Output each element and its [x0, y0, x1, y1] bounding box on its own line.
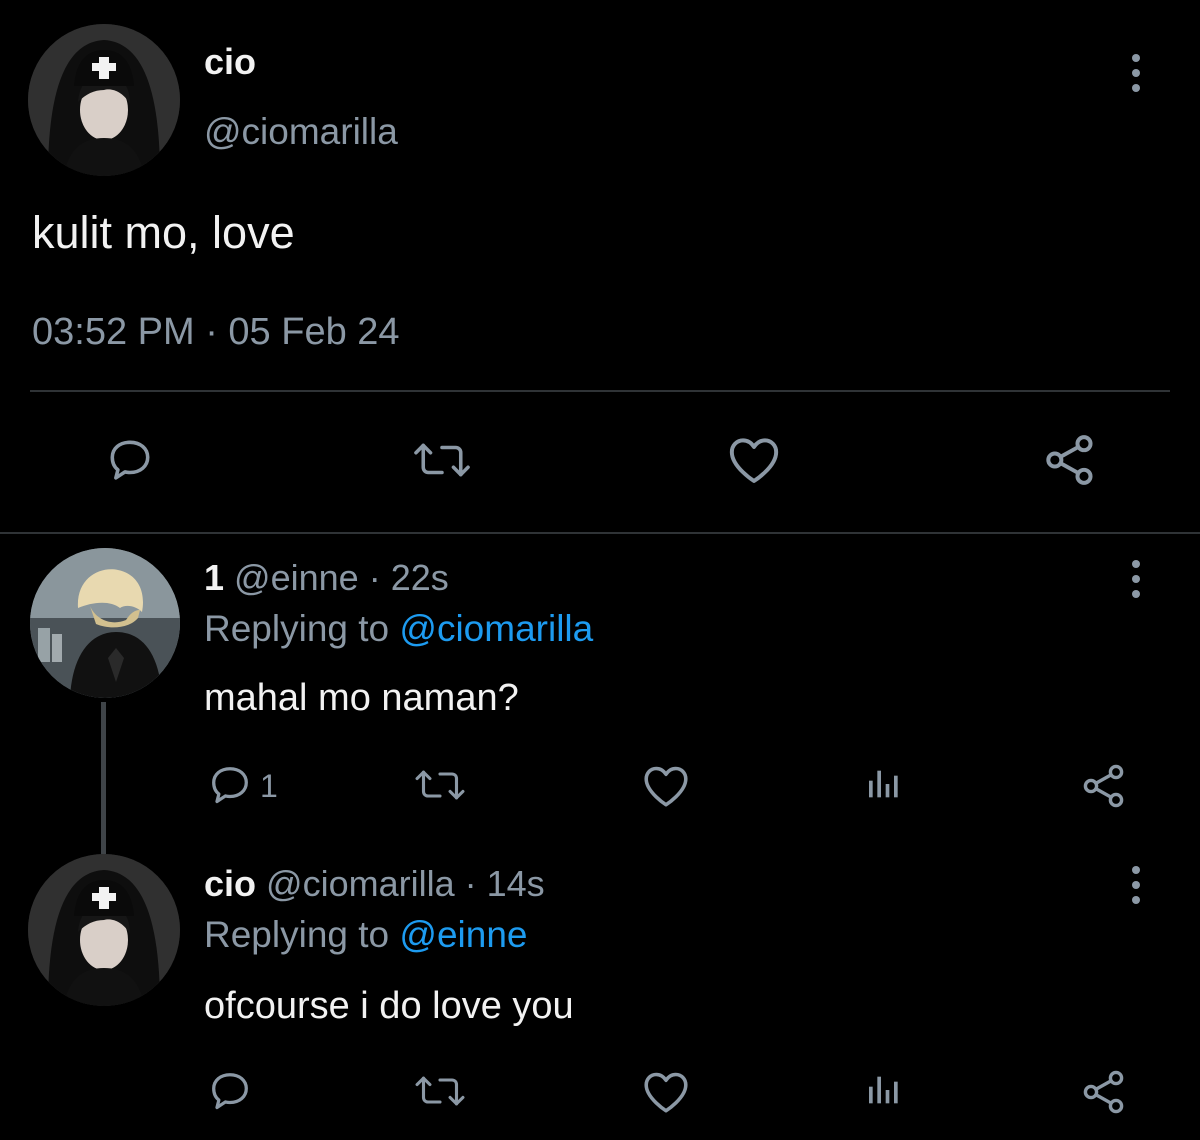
replying-to-mention[interactable]: @ciomarilla — [399, 608, 593, 649]
like-icon[interactable] — [640, 762, 692, 810]
replying-to: Replying to @einne — [204, 912, 527, 958]
thread-line — [101, 702, 106, 856]
divider — [0, 532, 1200, 534]
analytics-icon[interactable] — [862, 1068, 906, 1112]
author-handle[interactable]: @ciomarilla — [204, 110, 398, 154]
reply-text: mahal mo naman? — [204, 677, 519, 719]
reply-time[interactable]: · 22s — [369, 557, 449, 598]
replying-to-label: Replying to — [204, 608, 390, 649]
reply-count: 1 — [260, 768, 278, 804]
more-options-icon[interactable] — [1131, 54, 1141, 92]
author-name[interactable]: cio — [204, 863, 256, 904]
author-handle[interactable]: @einne — [234, 557, 359, 598]
reply-header: cio @ciomarilla · 14s — [204, 862, 545, 906]
more-options-icon[interactable] — [1131, 866, 1141, 904]
share-icon[interactable] — [1078, 760, 1130, 812]
avatar[interactable] — [30, 548, 180, 698]
tweet-timestamp[interactable]: 03:52 PM · 05 Feb 24 — [32, 308, 400, 356]
share-icon[interactable] — [1040, 430, 1100, 490]
divider — [30, 390, 1170, 392]
share-icon[interactable] — [1078, 1066, 1130, 1118]
more-options-icon[interactable] — [1131, 560, 1141, 598]
analytics-icon[interactable] — [862, 762, 906, 806]
author-handle[interactable]: @ciomarilla — [266, 863, 455, 904]
like-icon[interactable] — [640, 1068, 692, 1116]
author-name[interactable]: 1 — [204, 557, 224, 598]
reply-icon[interactable] — [204, 1066, 256, 1116]
reply-header: 1 @einne · 22s — [204, 556, 449, 600]
replying-to: Replying to @ciomarilla — [204, 606, 593, 652]
retweet-icon[interactable] — [410, 1066, 470, 1116]
reply-text: ofcourse i do love you — [204, 985, 574, 1027]
author-name[interactable]: cio — [204, 40, 256, 84]
avatar[interactable] — [28, 24, 180, 176]
avatar[interactable] — [28, 854, 180, 1006]
replying-to-label: Replying to — [204, 914, 390, 955]
like-icon[interactable] — [724, 432, 784, 488]
tweet-text: kulit mo, love — [32, 207, 295, 258]
reply-time[interactable]: · 14s — [465, 863, 545, 904]
retweet-icon[interactable] — [410, 760, 470, 810]
replying-to-mention[interactable]: @einne — [399, 914, 527, 955]
retweet-icon[interactable] — [410, 432, 474, 488]
reply-icon[interactable] — [102, 432, 158, 488]
reply-icon[interactable] — [204, 760, 256, 810]
